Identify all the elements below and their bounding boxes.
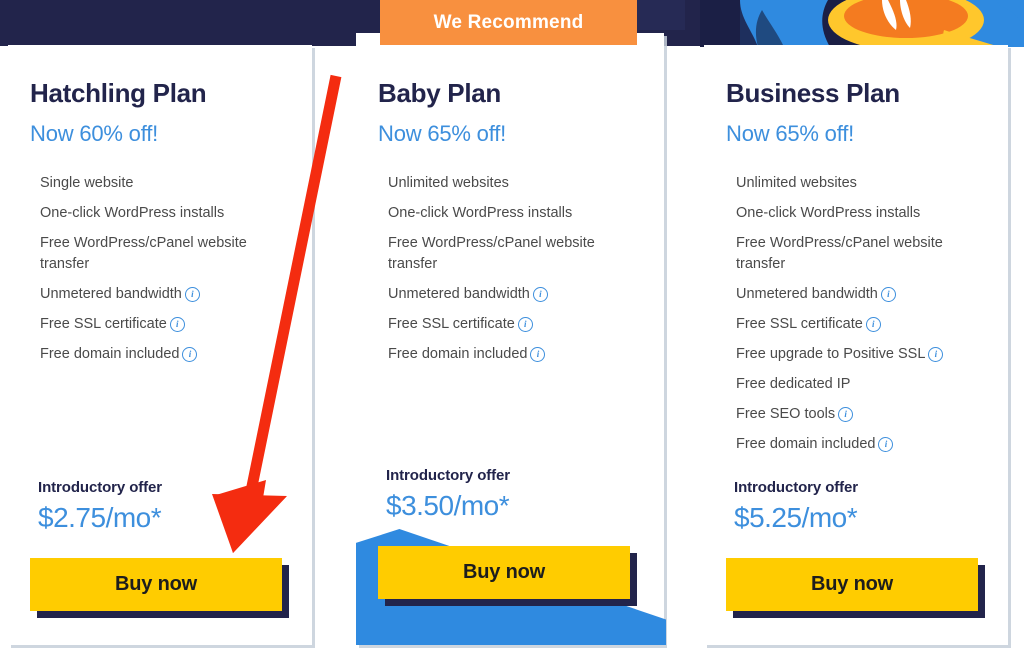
feature-list: Unlimited websites One-click WordPress i…	[378, 147, 642, 365]
price-block: Introductory offer $5.25/mo* Buy now	[726, 479, 990, 611]
price-block: Introductory offer $2.75/mo* Buy now	[30, 479, 294, 611]
plan-price: $3.50/mo*	[386, 490, 510, 521]
feature-text: Free domain included	[388, 346, 528, 362]
feature-list: Unlimited websites One-click WordPress i…	[726, 147, 986, 455]
buy-now-button-baby[interactable]: Buy now	[378, 546, 630, 599]
feature-text: Unlimited websites	[736, 175, 857, 191]
list-item: Free WordPress/cPanel website transfer	[736, 233, 968, 275]
feature-list: Single website One-click WordPress insta…	[30, 147, 290, 365]
feature-text: Free SEO tools	[736, 406, 836, 422]
list-item: Free upgrade to Positive SSL i	[736, 344, 968, 365]
intro-offer-label: Introductory offer	[386, 467, 511, 484]
list-item: Unmetered bandwidth i	[388, 284, 620, 305]
feature-text: Single website	[40, 175, 134, 191]
plan-price: $5.25/mo*	[734, 502, 858, 533]
feature-text: Free WordPress/cPanel website transfer	[388, 235, 595, 272]
list-item: Free WordPress/cPanel website transfer	[388, 233, 620, 275]
list-item: Free SSL certificate i	[736, 314, 968, 335]
feature-text: Unmetered bandwidth	[388, 286, 530, 302]
feature-text: Free WordPress/cPanel website transfer	[736, 235, 943, 272]
list-item: Unlimited websites	[388, 173, 620, 194]
intro-offer-label: Introductory offer	[734, 479, 859, 496]
plan-card-baby[interactable]: Baby Plan Now 65% off! Unlimited website…	[356, 33, 666, 645]
info-icon[interactable]: i	[184, 287, 200, 302]
list-item: Free domain included i	[388, 344, 620, 365]
feature-text: Free dedicated IP	[736, 376, 851, 392]
feature-text: Free SSL certificate	[40, 316, 167, 332]
pricing-page: Hatchling Plan Now 60% off! Single websi…	[0, 0, 1024, 659]
list-item: Unlimited websites	[736, 173, 968, 194]
feature-text: One-click WordPress installs	[388, 205, 573, 221]
price-block: Introductory offer $3.50/mo* Buy now	[356, 467, 666, 645]
list-item: Unmetered bandwidth i	[736, 284, 968, 305]
list-item: Free SSL certificate i	[40, 314, 272, 335]
feature-text: Free SSL certificate	[736, 316, 863, 332]
recommend-badge-label: We Recommend	[433, 11, 584, 33]
feature-text: One-click WordPress installs	[40, 205, 225, 221]
feature-text: Free domain included	[736, 436, 876, 452]
info-icon[interactable]: i	[928, 347, 944, 362]
feature-text: Free domain included	[40, 346, 180, 362]
intro-offer-label: Introductory offer	[38, 479, 163, 496]
plan-title: Hatchling Plan	[30, 78, 207, 108]
recommend-badge: We Recommend	[380, 0, 637, 45]
plan-discount: Now 65% off!	[378, 121, 507, 146]
list-item: Free domain included i	[40, 344, 272, 365]
plan-card-hatchling[interactable]: Hatchling Plan Now 60% off! Single websi…	[8, 45, 312, 645]
info-icon[interactable]: i	[878, 437, 894, 452]
list-item: One-click WordPress installs	[40, 203, 272, 224]
list-item: Free SSL certificate i	[388, 314, 620, 335]
plan-discount: Now 60% off!	[30, 121, 159, 146]
plan-discount: Now 65% off!	[726, 121, 855, 146]
list-item: Unmetered bandwidth i	[40, 284, 272, 305]
plan-title: Business Plan	[726, 78, 900, 108]
feature-text: Free WordPress/cPanel website transfer	[40, 235, 247, 272]
buy-now-button-hatchling[interactable]: Buy now	[30, 558, 282, 611]
list-item: Free SEO tools i	[736, 404, 968, 425]
feature-text: Unmetered bandwidth	[736, 286, 878, 302]
feature-text: Unmetered bandwidth	[40, 286, 182, 302]
info-icon[interactable]: i	[880, 287, 896, 302]
list-item: Free domain included i	[736, 434, 968, 455]
info-icon[interactable]: i	[169, 317, 185, 332]
feature-text: Unlimited websites	[388, 175, 509, 191]
gecko-mascot-illustration	[700, 0, 1024, 47]
list-item: Free dedicated IP	[736, 374, 968, 395]
feature-text: One-click WordPress installs	[736, 205, 921, 221]
info-icon[interactable]: i	[838, 407, 854, 422]
list-item: One-click WordPress installs	[388, 203, 620, 224]
info-icon[interactable]: i	[182, 347, 198, 362]
list-item: Free WordPress/cPanel website transfer	[40, 233, 272, 275]
info-icon[interactable]: i	[517, 317, 533, 332]
info-icon[interactable]: i	[532, 287, 548, 302]
buy-button-wrap: Buy now	[726, 558, 990, 611]
list-item: Single website	[40, 173, 272, 194]
buy-button-wrap: Buy now	[378, 546, 642, 599]
plan-price: $2.75/mo*	[38, 502, 162, 533]
plan-card-business[interactable]: Business Plan Now 65% off! Unlimited web…	[704, 45, 1008, 645]
info-icon[interactable]: i	[865, 317, 881, 332]
list-item: One-click WordPress installs	[736, 203, 968, 224]
feature-text: Free SSL certificate	[388, 316, 515, 332]
buy-button-wrap: Buy now	[30, 558, 294, 611]
info-icon[interactable]: i	[530, 347, 546, 362]
buy-now-button-business[interactable]: Buy now	[726, 558, 978, 611]
feature-text: Free upgrade to Positive SSL	[736, 346, 926, 362]
